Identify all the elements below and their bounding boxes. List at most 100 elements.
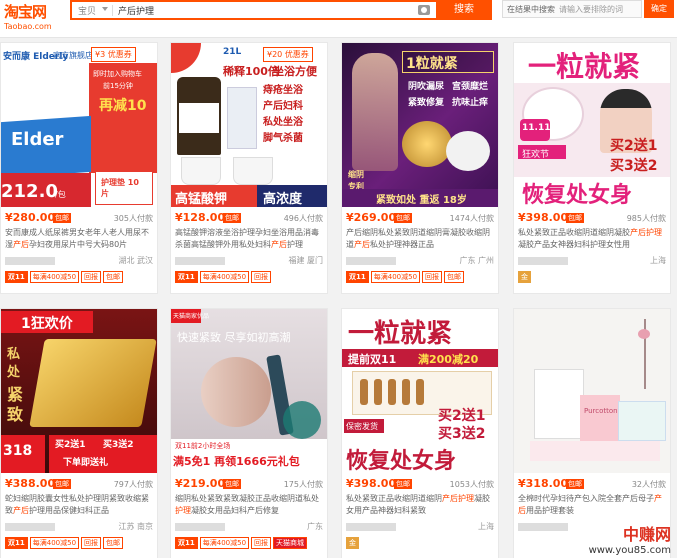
shop-name[interactable]: [346, 257, 396, 265]
product-card[interactable]: 1狂欢价 私 处 紧 致 318 买2送1 买3送2 下单即送礼 ¥388.00…: [0, 308, 158, 558]
search-scope-select[interactable]: 宝贝: [78, 4, 96, 17]
festival-11-icon: 11.11: [522, 123, 551, 133]
shop-name[interactable]: [5, 257, 55, 265]
promo-headline: 再减10: [99, 98, 147, 114]
product-title[interactable]: 私处紧致正品收缩阴道缩阴产后护理凝胶女用产品神器妇科紧致: [346, 493, 496, 519]
product-image[interactable]: 1狂欢价 私 处 紧 致 318 买2送1 买3送2 下单即送礼: [1, 309, 157, 473]
coupon-badge[interactable]: ¥20 优惠券: [263, 47, 313, 62]
shop-name[interactable]: [175, 523, 225, 531]
promo-text: 前15分钟: [103, 82, 133, 90]
product-title[interactable]: 缩阴私处紧致紧致凝胶正品收缩阴道私处护理凝胶女用品妇科产后修复: [175, 493, 325, 519]
coupon-badge[interactable]: ¥3 优惠券: [91, 47, 136, 62]
product-image[interactable]: 21L ¥20 优惠券 稀释100倍 坐浴方便 痔疮坐浴 产后妇科 私处坐浴 脚…: [171, 43, 327, 207]
filter-search-placeholder[interactable]: 请输入要排除的词: [559, 4, 623, 15]
product-title[interactable]: 高锰酸钾溶液坐浴护理孕妇坐浴用品消毒杀菌高锰酸钾外用私处妇科产后护理: [175, 227, 325, 253]
product-card[interactable]: 1粒就紧 阴吹漏尿 宫颈糜烂 紧致修复 抗味止痒 缩阴 专利 紧致如处 重返 1…: [341, 42, 499, 294]
product-title[interactable]: 产后缩阴私处紧致阴道缩阴膏凝胶收缩阴道产后私处护理神器正品: [346, 227, 496, 253]
title-text: 缩阴私处紧致紧致凝胶正品收缩阴道私处: [175, 494, 319, 503]
title-text: 凝胶产品女神器妇科护理女性用: [518, 240, 630, 249]
logo-text: 淘宝网: [4, 3, 47, 21]
sales-count: 1053人付款: [449, 480, 494, 489]
title-text: 私处护理神器正品: [370, 240, 434, 249]
sales-count: 32人付款: [631, 480, 666, 489]
shop-name[interactable]: [518, 257, 568, 265]
sales-count: 797人付款: [113, 480, 153, 489]
promo-headline: 恢复处女身: [346, 449, 457, 473]
tag-row: 双11 每满400减50 回报 天猫商城: [175, 537, 325, 551]
promo-tag: 每满400减50: [29, 271, 80, 283]
free-shipping-badge: 包邮: [566, 213, 584, 223]
promo-tag: 回报: [251, 271, 272, 283]
feature-text: 阴吹漏尿: [408, 82, 445, 92]
feature-text: 紧致修复: [408, 98, 445, 108]
side-text: 致: [7, 405, 24, 424]
taobao-logo[interactable]: 淘宝网 Taobao.com: [4, 0, 60, 38]
feature-text: 脚气杀菌: [263, 133, 303, 144]
promo-tag: 回报: [251, 537, 272, 549]
size-label: 21L: [223, 47, 242, 57]
promo-text: 双11前2小时全场: [175, 442, 231, 450]
promo-tag: 每满400减50: [199, 271, 250, 283]
sales-count: 175人付款: [283, 480, 323, 489]
gold-seller-tag: 金: [518, 271, 531, 283]
tmall-tag: 天猫商城: [273, 537, 308, 549]
festival-label: 狂欢节: [522, 150, 550, 160]
product-title[interactable]: 全棉时代孕妇待产包入院全套产后母子产后用品护理套装: [518, 493, 668, 519]
tag-row: 双11 每满400减50 回报 包邮: [5, 537, 155, 551]
tag-row: 金: [518, 271, 668, 285]
promo-text: 买3送2: [610, 158, 658, 174]
filter-search-box[interactable]: 在结果中搜索 请输入要排除的词: [502, 0, 642, 18]
promo-headline: 一粒就紧: [528, 50, 641, 83]
title-highlight: 护理: [175, 506, 191, 515]
tag-row: 双11 每满400减50 回报 包邮: [346, 271, 496, 285]
promo-tag: 回报: [81, 537, 102, 549]
shop-name[interactable]: [518, 523, 568, 531]
product-image[interactable]: 1粒就紧 阴吹漏尿 宫颈糜烂 紧致修复 抗味止痒 缩阴 专利 紧致如处 重返 1…: [342, 43, 498, 207]
title-highlight: 产后: [271, 240, 287, 249]
product-price: ¥280.00: [5, 211, 56, 224]
product-card[interactable]: 安而康 Elderly 官方旗舰店 ¥3 优惠券 即时加入购物车 前15分钟 再…: [0, 42, 158, 294]
side-label: 缩阴: [348, 170, 364, 179]
sales-count: 1474人付款: [449, 214, 494, 223]
price-tag: 318: [3, 443, 33, 459]
product-image[interactable]: 安而康 Elderly 官方旗舰店 ¥3 优惠券 即时加入购物车 前15分钟 再…: [1, 43, 157, 207]
search-button[interactable]: 搜索: [436, 0, 492, 20]
shop-name[interactable]: [5, 523, 55, 531]
filter-search-label: 在结果中搜索: [507, 5, 555, 14]
sales-count: 985人付款: [626, 214, 666, 223]
product-card[interactable]: 一粒就紧 提前双11 满200减20 保密发货 买2送1 买3送2 恢复处女身 …: [341, 308, 499, 558]
product-image[interactable]: 一粒就紧 提前双11 满200减20 保密发货 买2送1 买3送2 恢复处女身: [342, 309, 498, 473]
store-badge: 天猫商家优品: [173, 313, 210, 320]
free-shipping-badge: 包邮: [53, 479, 71, 489]
confirm-button[interactable]: 确定: [644, 0, 674, 18]
shop-location: 广东 广州: [459, 256, 494, 265]
shop-name[interactable]: [175, 257, 225, 265]
price-unit: /包: [55, 190, 66, 199]
promo-headline: 高浓度: [263, 192, 303, 207]
product-price: ¥128.00: [175, 211, 226, 224]
product-title[interactable]: 私处紧致正品收缩阴道缩阴凝胶产后护理凝胶产品女神器妇科护理女性用: [518, 227, 668, 253]
promo-tag: 包邮: [444, 271, 465, 283]
title-highlight: 产后护理: [630, 228, 662, 237]
title-highlight: 产后护理: [442, 494, 474, 503]
sales-count: 305人付款: [113, 214, 153, 223]
double11-tag: 双11: [5, 271, 28, 283]
shop-name[interactable]: [346, 523, 396, 531]
free-shipping-badge: 包邮: [566, 479, 584, 489]
product-title[interactable]: 安而康成人纸尿裤男女老年人老人用尿不湿产后孕妇夜用尿片中号大码80片: [5, 227, 155, 253]
side-badge: 护理垫 10片: [101, 178, 139, 198]
product-image[interactable]: Purcotton: [514, 309, 670, 473]
product-price: ¥398.00: [346, 477, 397, 490]
product-card[interactable]: 21L ¥20 优惠券 稀释100倍 坐浴方便 痔疮坐浴 产后妇科 私处坐浴 脚…: [170, 42, 328, 294]
product-price: ¥219.00: [175, 477, 226, 490]
product-title[interactable]: 蛇妇缩阴胶囊女性私处护理阴紧致收缩紧致产后护理用品保健妇科正品: [5, 493, 155, 519]
camera-icon[interactable]: [418, 5, 430, 15]
product-image[interactable]: 一粒就紧 11.11 狂欢节 买2送1 买3送2 恢复处女身: [514, 43, 670, 207]
product-card[interactable]: 天猫商家优品 快速紧致 尽享如初高潮 双11前2小时全场 满5免1 再领1666…: [170, 308, 328, 558]
product-price: ¥318.00: [518, 477, 569, 490]
promo-tag: 每满400减50: [199, 537, 250, 549]
product-card[interactable]: 一粒就紧 11.11 狂欢节 买2送1 买3送2 恢复处女身 ¥398.00 包…: [513, 42, 671, 294]
double11-tag: 双11: [175, 537, 198, 549]
product-image[interactable]: 天猫商家优品 快速紧致 尽享如初高潮 双11前2小时全场 满5免1 再领1666…: [171, 309, 327, 473]
chevron-down-icon[interactable]: [102, 7, 108, 11]
